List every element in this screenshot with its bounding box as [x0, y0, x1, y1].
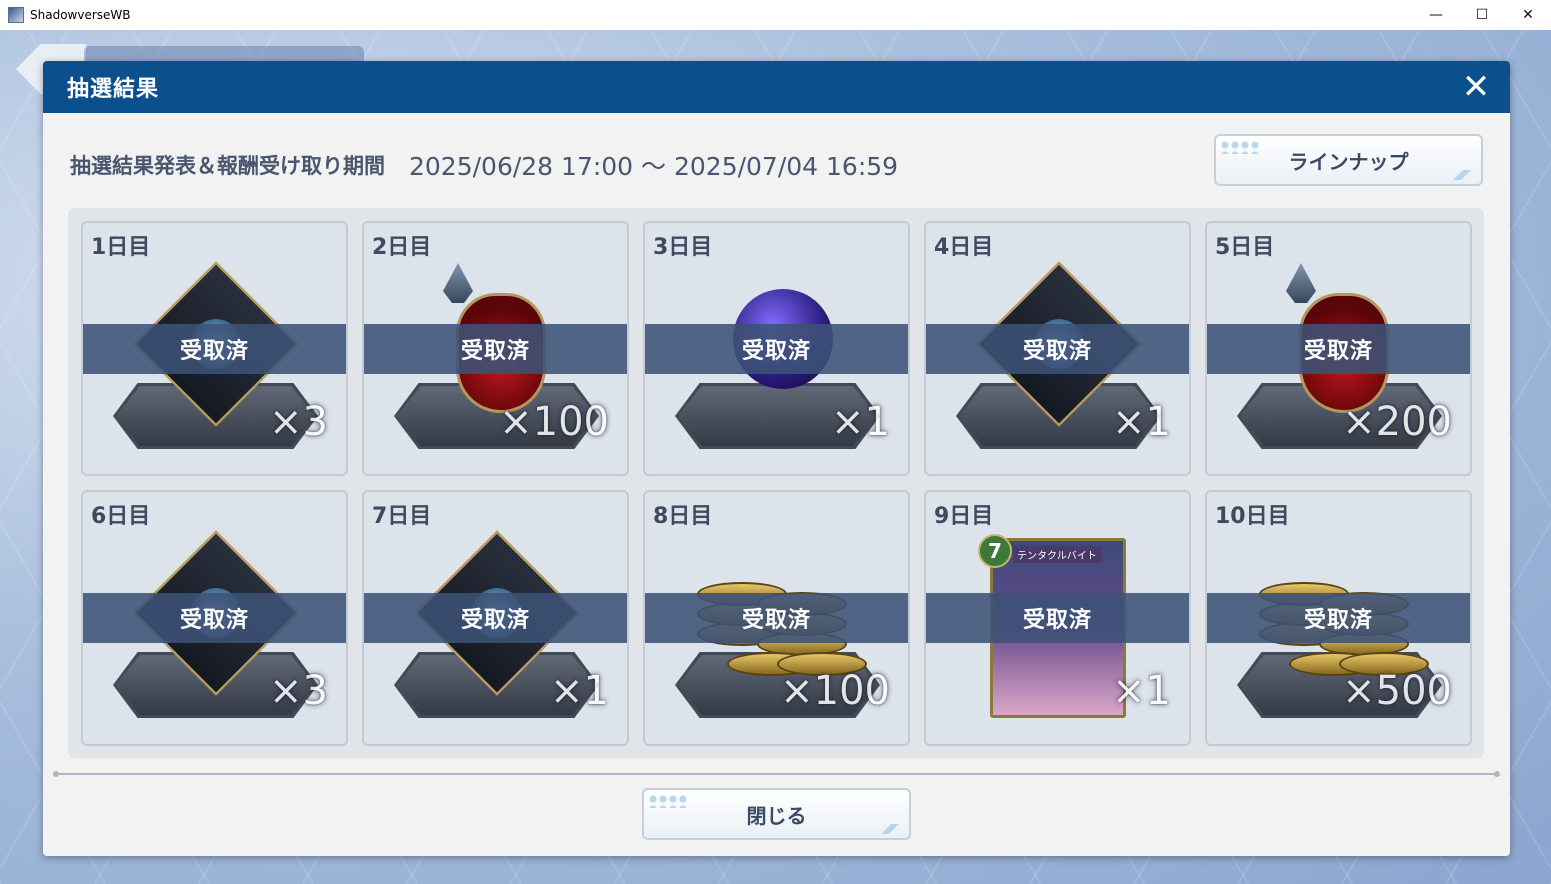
day-label: 2日目 [372, 235, 432, 260]
potion-stopper [1286, 263, 1316, 303]
quantity-label: ×1 [831, 399, 890, 445]
window-titlebar: ShadowverseWB — ☐ ✕ [0, 0, 1551, 30]
dialog-header: 抽選結果 ✕ [43, 61, 1510, 113]
period-row: 抽選結果発表＆報酬受け取り期間 2025/06/28 17:00 ～ 2025/… [70, 147, 898, 183]
reward-cell[interactable]: 5日目受取済 ×200 [1205, 221, 1472, 476]
reward-cell[interactable]: 9日目テンタクルバイト 7 受取済 ×1 [924, 490, 1191, 746]
reward-cell[interactable]: 6日目受取済 ×3 [81, 490, 348, 746]
quantity-label: ×3 [269, 399, 328, 445]
claimed-status-band: 受取済 [926, 324, 1189, 374]
quantity-label: ×200 [1342, 399, 1452, 445]
claimed-status-band: 受取済 [645, 593, 908, 643]
claimed-status-band: 受取済 [1207, 324, 1470, 374]
period-range: 2025/06/28 17:00 ～ 2025/07/04 16:59 [409, 152, 899, 181]
lineup-button-label: ラインナップ [1288, 149, 1409, 174]
sparkle-decoration [648, 794, 688, 808]
period-label: 抽選結果発表＆報酬受け取り期間 [70, 154, 385, 178]
day-label: 3日目 [653, 235, 713, 260]
close-button-label: 閉じる [746, 803, 807, 828]
window-controls: — ☐ ✕ [1413, 0, 1551, 30]
potion-stopper [443, 263, 473, 303]
lottery-result-dialog: 抽選結果 ✕ 抽選結果発表＆報酬受け取り期間 2025/06/28 17:00 … [43, 61, 1510, 856]
close-button[interactable]: 閉じる [642, 788, 911, 840]
quantity-label: ×500 [1342, 668, 1452, 714]
claimed-status-band: 受取済 [926, 593, 1189, 643]
day-label: 9日目 [934, 504, 994, 529]
card-cost-badge: 7 [978, 534, 1012, 568]
dialog-title: 抽選結果 [67, 77, 160, 102]
sparkle-decoration [1220, 140, 1260, 154]
claimed-status-band: 受取済 [364, 593, 627, 643]
reward-cell[interactable]: 3日目受取済 ×1 [643, 221, 910, 476]
minimize-button[interactable]: — [1413, 0, 1459, 30]
day-label: 6日目 [91, 504, 151, 529]
day-label: 4日目 [934, 235, 994, 260]
day-label: 10日目 [1215, 504, 1290, 529]
day-label: 1日目 [91, 235, 151, 260]
reward-cell[interactable]: 10日目受取済 ×500 [1205, 490, 1472, 746]
day-label: 8日目 [653, 504, 713, 529]
quantity-label: ×100 [780, 668, 890, 714]
claimed-status-band: 受取済 [1207, 593, 1470, 643]
day-label: 7日目 [372, 504, 432, 529]
maximize-button[interactable]: ☐ [1459, 0, 1505, 30]
claimed-status-band: 受取済 [364, 324, 627, 374]
close-window-button[interactable]: ✕ [1505, 0, 1551, 30]
divider [53, 771, 1500, 777]
reward-grid: 1日目受取済 ×3 2日目受取済 ×100 3日目受取済 ×1 4日目受取済 ×1 5日目受取済… [81, 221, 1472, 746]
claimed-status-band: 受取済 [83, 593, 346, 643]
quantity-label: ×100 [499, 399, 609, 445]
claimed-status-band: 受取済 [83, 324, 346, 374]
reward-cell[interactable]: 4日目受取済 ×1 [924, 221, 1191, 476]
close-icon[interactable]: ✕ [1460, 70, 1492, 104]
quantity-label: ×1 [1112, 668, 1171, 714]
reward-cell[interactable]: 2日目受取済 ×100 [362, 221, 629, 476]
lineup-button[interactable]: ラインナップ [1214, 134, 1483, 186]
quantity-label: ×1 [550, 668, 609, 714]
reward-cell[interactable]: 7日目受取済 ×1 [362, 490, 629, 746]
window-title: ShadowverseWB [30, 8, 131, 22]
day-label: 5日目 [1215, 235, 1275, 260]
reward-cell[interactable]: 8日目受取済 ×100 [643, 490, 910, 746]
app-icon [8, 7, 24, 23]
quantity-label: ×1 [1112, 399, 1171, 445]
card-name: テンタクルバイト [1013, 546, 1101, 563]
sparkle-decoration [875, 824, 905, 834]
quantity-label: ×3 [269, 668, 328, 714]
claimed-status-band: 受取済 [645, 324, 908, 374]
sparkle-decoration [1447, 170, 1477, 180]
reward-cell[interactable]: 1日目受取済 ×3 [81, 221, 348, 476]
reward-grid-panel: 1日目受取済 ×3 2日目受取済 ×100 3日目受取済 ×1 4日目受取済 ×1 5日目受取済… [68, 208, 1484, 758]
